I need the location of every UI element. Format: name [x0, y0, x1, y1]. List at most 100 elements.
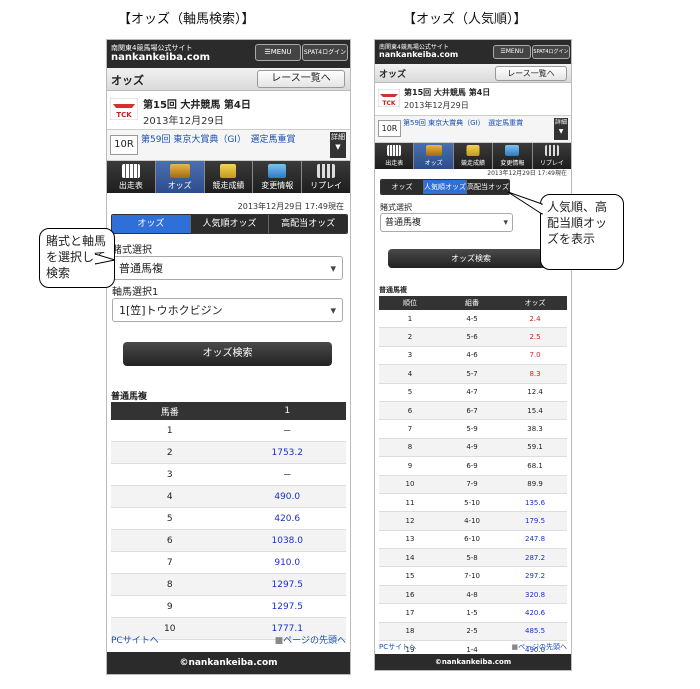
page-top-link[interactable]: ■ページの先頭へ [275, 633, 346, 646]
rank-cell: 4 [379, 364, 442, 384]
odds-tab-high[interactable]: 高配当オッズ [269, 215, 347, 233]
race-subheader: 10R 第59回 東京大賞典（GI） 選定馬重賞 詳細 ▼ [375, 116, 571, 143]
menu-button[interactable]: ☰MENU [255, 44, 301, 61]
combination-cell: 4-8 [441, 585, 504, 605]
odds-cell: 2.4 [503, 310, 567, 329]
pc-site-link[interactable]: PCサイトへ [379, 642, 416, 652]
rank-cell: 18 [379, 622, 442, 642]
horse-number-cell: 5 [111, 507, 229, 530]
race-title[interactable]: 第59回 東京大賞典（GI） 選定馬重賞 [403, 118, 523, 128]
race-info: TCK 第15回 大井競馬 第4日 2013年12月29日 [375, 83, 571, 116]
rank-cell: 9 [379, 456, 442, 476]
chevron-down-icon: ▼ [335, 143, 341, 151]
svg-text:TCK: TCK [382, 100, 395, 107]
axis-horse-select[interactable]: 1[笠]トウホクビジン ▾ [112, 298, 343, 322]
odds-tab-popular[interactable]: 人気順オッズ [424, 180, 467, 194]
tab-change-info[interactable]: 変更情報 [493, 143, 533, 169]
tab-replay[interactable]: リプレイ [532, 143, 571, 169]
bet-type-select[interactable]: 普通馬複 ▾ [112, 256, 343, 280]
table-row: 3 － [111, 463, 346, 486]
race-number: 10R [378, 120, 401, 137]
odds-search-button[interactable]: オッズ検索 [388, 249, 554, 268]
nav-tabs: 出走表 オッズ 競走成績 変更情報 リプレイ [107, 161, 350, 193]
replay-film-icon [317, 164, 336, 178]
table-row: 12 4-10 179.5 [379, 511, 567, 531]
dropdown-arrow-icon: ▾ [330, 262, 336, 275]
combination-cell: 7-10 [441, 566, 504, 586]
race-list-button[interactable]: レース一覧へ [257, 70, 345, 88]
page-title: オッズ [379, 70, 407, 80]
odds-cell: 247.8 [503, 530, 567, 550]
odds-tab-high[interactable]: 高配当オッズ [467, 180, 509, 194]
phone-left: 南関東4競馬場公式サイト nankankeiba.com ☰MENU SPAT4… [107, 40, 350, 674]
combination-cell: 6-9 [441, 456, 504, 476]
table-row: 18 2-5 485.5 [379, 622, 567, 642]
table-row: 8 1297.5 [111, 573, 346, 596]
odds-table: 馬番 1 1 － 2 1753.2 3 － 4 490.0 5 420.6 6 1038.0 7 910.… [111, 402, 346, 640]
site-domain[interactable]: nankankeiba.com [111, 52, 210, 63]
odds-cell: 490.0 [228, 485, 346, 508]
rank-cell: 8 [379, 438, 442, 458]
table-row: 1 － [111, 420, 346, 442]
rank-cell: 10 [379, 475, 442, 494]
horse-number-cell: 8 [111, 573, 229, 596]
tab-odds[interactable]: オッズ [155, 161, 205, 193]
race-list-button[interactable]: レース一覧へ [495, 66, 567, 81]
page-top-link[interactable]: ■ページの先頭へ [512, 642, 568, 652]
phone-right: 南関東4競馬場公式サイト nankankeiba.com ☰MENU SPAT4… [375, 40, 571, 670]
bet-type-select[interactable]: 普通馬複 ▾ [380, 213, 513, 232]
odds-cell: 7.0 [503, 346, 567, 366]
site-header: 南関東4競馬場公式サイト nankankeiba.com ☰MENU SPAT4… [375, 40, 571, 64]
odds-cell: － [228, 420, 346, 442]
combination-cell: 2-5 [441, 622, 504, 642]
odds-cell: 2.5 [503, 327, 567, 347]
col-header-axis: 1 [228, 402, 346, 420]
combination-cell: 5-6 [441, 327, 504, 347]
tab-entries[interactable]: 出走表 [375, 143, 415, 169]
odds-tab-standard[interactable]: オッズ [112, 215, 191, 233]
tab-results[interactable]: 競走成績 [453, 143, 494, 169]
table-row: 3 4-6 7.0 [379, 346, 567, 366]
odds-cell: 38.3 [503, 419, 567, 439]
page-title: オッズ [111, 74, 144, 87]
menu-button[interactable]: ☰MENU [493, 45, 531, 59]
odds-cell: － [228, 463, 346, 486]
tab-results[interactable]: 競走成績 [204, 161, 254, 193]
table-row: 13 6-10 247.8 [379, 530, 567, 550]
dropdown-arrow-icon: ▾ [330, 304, 336, 317]
section-title: 普通馬複 [111, 392, 148, 402]
table-row: 7 5-9 38.3 [379, 419, 567, 439]
odds-cell: 287.2 [503, 548, 567, 568]
axis-horse-label: 軸馬選択1 [112, 287, 159, 298]
tab-odds[interactable]: オッズ [414, 143, 454, 169]
rank-cell: 12 [379, 511, 442, 531]
tab-entries[interactable]: 出走表 [107, 161, 156, 193]
horse-number-cell: 4 [111, 485, 229, 508]
race-title[interactable]: 第59回 東京大賞典（GI） 選定馬重賞 [141, 132, 295, 145]
detail-button[interactable]: 詳細 ▼ [554, 118, 568, 140]
results-icon [220, 164, 237, 178]
bet-type-label: 賭式選択 [112, 245, 152, 256]
tab-change-info[interactable]: 変更情報 [253, 161, 303, 193]
rank-cell: 16 [379, 585, 442, 605]
detail-button[interactable]: 詳細 ▼ [330, 132, 346, 158]
combination-cell: 6-7 [441, 401, 504, 421]
table-row: 4 490.0 [111, 485, 346, 508]
site-domain[interactable]: nankankeiba.com [379, 50, 458, 59]
race-name: 第15回 大井競馬 第4日 [404, 88, 491, 97]
rank-cell: 11 [379, 493, 442, 513]
horse-number-cell: 3 [111, 463, 229, 486]
odds-tab-popular[interactable]: 人気順オッズ [190, 215, 270, 233]
up-square-icon: ■ [274, 636, 284, 646]
rank-cell: 17 [379, 603, 442, 623]
odds-search-button[interactable]: オッズ検索 [123, 342, 332, 366]
odds-cell: 485.5 [503, 622, 567, 642]
pc-site-link[interactable]: PCサイトへ [111, 633, 159, 646]
rank-cell: 14 [379, 548, 442, 568]
odds-tab-standard[interactable]: オッズ [381, 180, 424, 194]
copyright: ©nankankeiba.com [375, 654, 571, 670]
login-button[interactable]: SPAT4ログイン [532, 45, 570, 59]
login-button[interactable]: SPAT4ログイン [302, 44, 348, 61]
tab-replay[interactable]: リプレイ [302, 161, 350, 193]
page-header: オッズ レース一覧へ [107, 68, 350, 91]
